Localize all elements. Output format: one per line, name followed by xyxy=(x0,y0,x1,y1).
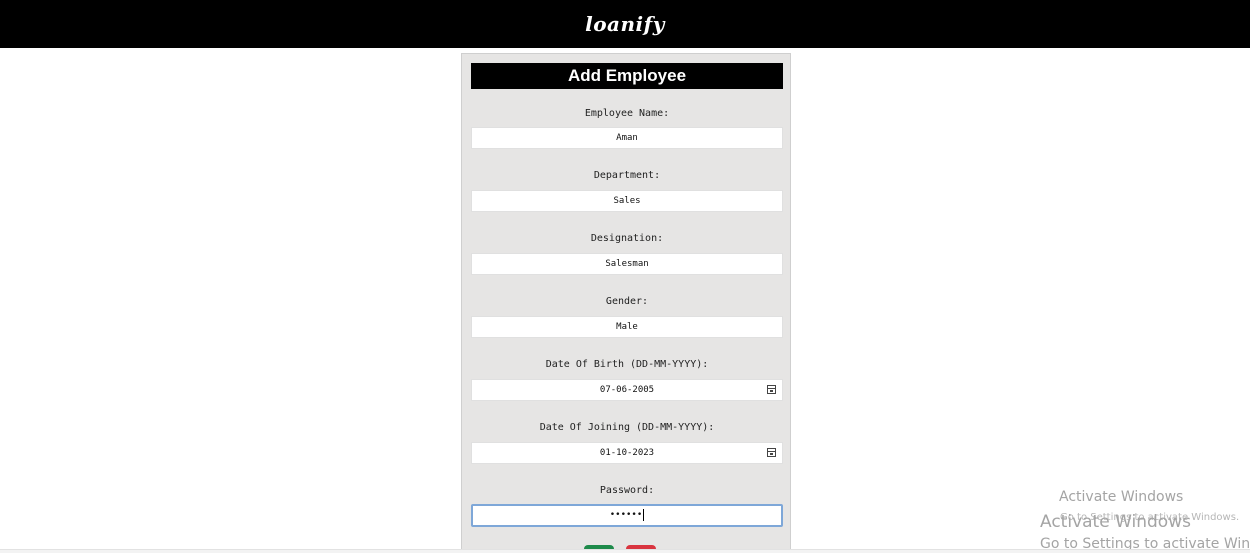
gender-label: Gender: xyxy=(605,296,649,307)
windows-watermark-subtitle: Go to Settings to activate Windows. xyxy=(1060,512,1240,523)
designation-label: Designation: xyxy=(590,233,664,244)
department-input[interactable]: Sales xyxy=(471,190,783,212)
date-of-birth-value: 07-06-2005 xyxy=(599,385,655,395)
top-navbar: loanify xyxy=(0,0,1250,48)
horizontal-scroll-edge xyxy=(0,549,1250,553)
department-label: Department: xyxy=(593,170,661,181)
employee-name-input[interactable]: Aman xyxy=(471,127,783,149)
date-of-joining-value: 01-10-2023 xyxy=(599,448,655,458)
date-of-joining-label: Date Of Joining (DD-MM-YYYY): xyxy=(539,422,715,433)
password-value: •••••• xyxy=(609,510,643,520)
designation-input[interactable]: Salesman xyxy=(471,253,783,275)
date-of-birth-input[interactable]: 07-06-2005 xyxy=(471,379,783,401)
date-of-birth-label: Date Of Birth (DD-MM-YYYY): xyxy=(545,359,709,370)
gender-input[interactable]: Male xyxy=(471,316,783,338)
form-title: Add Employee xyxy=(471,63,783,89)
password-input[interactable]: •••••• xyxy=(471,504,783,527)
date-of-joining-input[interactable]: 01-10-2023 xyxy=(471,442,783,464)
calendar-icon[interactable] xyxy=(767,385,776,394)
employee-name-label: Employee Name: xyxy=(584,108,670,119)
calendar-icon[interactable] xyxy=(767,448,776,457)
windows-watermark-title-large: Activate Windows xyxy=(1040,512,1191,532)
brand-logo[interactable]: loanify xyxy=(585,12,665,36)
text-caret xyxy=(643,508,645,521)
add-employee-form: Add Employee Employee Name: Aman Departm… xyxy=(461,53,791,553)
password-label: Password: xyxy=(599,485,655,496)
windows-watermark-title: Activate Windows xyxy=(1059,489,1184,505)
